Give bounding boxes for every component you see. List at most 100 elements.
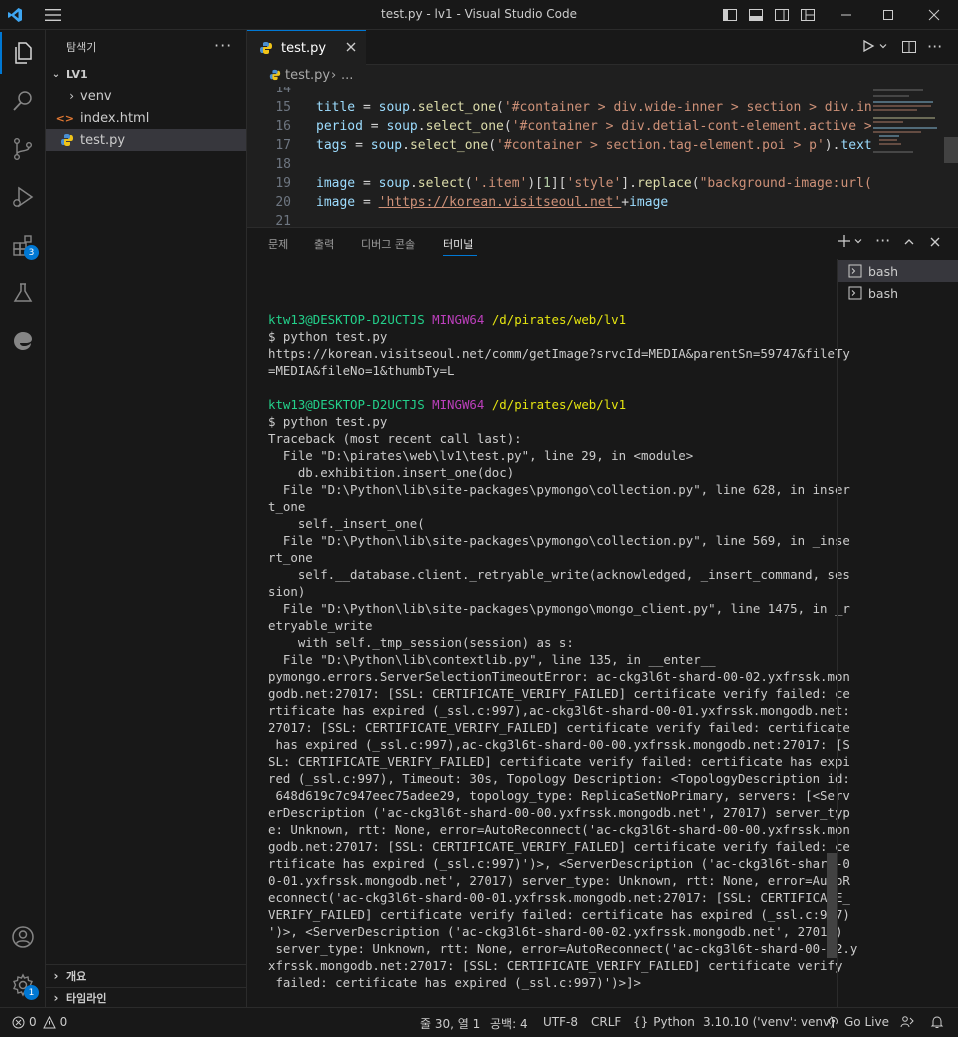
- braces-icon: {}: [633, 1015, 649, 1029]
- notifications-bell-icon[interactable]: [930, 1015, 944, 1029]
- terminal-text: server_type: Unknown, rtt: None, error=A…: [268, 941, 858, 956]
- new-terminal-button[interactable]: [837, 234, 863, 248]
- terminal-line: File "D:\Python\lib\site-packages\pymong…: [268, 532, 850, 549]
- settings-badge: 1: [24, 985, 39, 1000]
- manage-gear-icon[interactable]: 1: [0, 962, 46, 1008]
- terminal-output[interactable]: ktw13@DESKTOP-D2UCTJS MINGW64 /d/pirates…: [268, 294, 857, 1025]
- code-token: ].: [621, 176, 637, 191]
- more-actions-icon[interactable]: ···: [214, 36, 232, 55]
- close-tab-icon[interactable]: [344, 40, 358, 54]
- run-debug-icon[interactable]: [0, 174, 46, 220]
- code-token: soup: [386, 119, 418, 134]
- error-icon: [12, 1016, 25, 1028]
- code-token: text: [840, 138, 872, 153]
- customize-layout-icon[interactable]: [797, 0, 819, 30]
- code-token: 'https://korean.visitseoul.net': [378, 195, 622, 210]
- editor-scrollbar-thumb[interactable]: [944, 137, 958, 163]
- code-token: (: [503, 119, 512, 134]
- code-line: period = soup.select_one('#container > d…: [316, 119, 880, 134]
- cursor-position[interactable]: 줄 30, 열 1: [420, 1015, 480, 1032]
- terminal-item-label: bash: [868, 263, 899, 279]
- tab-output[interactable]: 출력: [314, 236, 334, 252]
- language-label: Python: [653, 1015, 695, 1029]
- tree-item-test-py[interactable]: test.py: [46, 129, 246, 151]
- terminal-line: server_type: Unknown, rtt: None, error=A…: [268, 940, 857, 957]
- code-token: '#container > div.wide-inner > section >…: [503, 100, 872, 115]
- terminal-scrollbar-thumb[interactable]: [827, 853, 837, 958]
- terminal-line: failed: certificate has expired (_ssl.c:…: [268, 974, 828, 991]
- close-panel-icon[interactable]: [928, 235, 942, 249]
- terminal-line: =MEDIA&fileNo=1&thumbTy=L: [268, 362, 828, 379]
- accounts-icon[interactable]: [0, 914, 46, 960]
- code-token: soup: [378, 176, 410, 191]
- toggle-secondary-sidebar-icon[interactable]: [771, 0, 793, 30]
- go-live-button[interactable]: Go Live: [827, 1015, 889, 1029]
- terminal-icon: [848, 264, 862, 278]
- search-icon[interactable]: [0, 78, 46, 124]
- terminal-text: 648d619c7c947eec75adee29, topology_type:…: [268, 788, 850, 803]
- outline-section[interactable]: › 개요: [46, 965, 246, 987]
- code-token: '#container > div.detial-cont-element.ac…: [511, 119, 880, 134]
- encoding[interactable]: UTF-8: [543, 1015, 578, 1029]
- close-window-icon[interactable]: [916, 0, 952, 30]
- tree-item-label: venv: [80, 88, 112, 104]
- terminal-line: 648d619c7c947eec75adee29, topology_type:…: [268, 787, 849, 804]
- terminal-line: t_one: [268, 498, 828, 515]
- chevron-down-icon: [854, 239, 862, 244]
- terminal-item-bash[interactable]: bash: [838, 260, 958, 282]
- toggle-primary-sidebar-icon[interactable]: [719, 0, 741, 30]
- terminal-text: MINGW64: [432, 312, 485, 327]
- title-bar: test.py - lv1 - Visual Studio Code: [0, 0, 958, 30]
- code-token: 'style': [566, 176, 622, 191]
- terminal-line: self._insert_one(: [268, 515, 828, 532]
- end-of-line[interactable]: CRLF: [591, 1015, 621, 1029]
- code-token: soup: [378, 100, 410, 115]
- tab-problems[interactable]: 문제: [268, 236, 288, 252]
- terminal-line: etryable_write: [268, 617, 828, 634]
- code-token: 1: [543, 176, 551, 191]
- minimize-icon[interactable]: [828, 0, 864, 30]
- language-mode[interactable]: {} Python: [633, 1015, 695, 1029]
- problems-status[interactable]: 0 0: [12, 1015, 67, 1029]
- tree-item-index-html[interactable]: <> index.html: [46, 107, 246, 129]
- tab-debug-console[interactable]: 디버그 콘솔: [361, 236, 415, 252]
- maximize-icon[interactable]: [870, 0, 906, 30]
- feedback-icon[interactable]: [900, 1015, 914, 1029]
- testing-icon[interactable]: [0, 270, 46, 316]
- folder-root[interactable]: ⌄ LV1: [46, 63, 246, 85]
- terminal-text: VERIFY_FAILED] certificate verify failed…: [268, 907, 850, 922]
- breadcrumb-file[interactable]: test.py: [285, 68, 330, 83]
- terminal-line: self.__database.client._retryable_write(…: [268, 566, 850, 583]
- split-editor-icon[interactable]: [901, 39, 917, 55]
- breadcrumb-symbol[interactable]: ...: [341, 68, 353, 83]
- extensions-icon[interactable]: 3: [0, 222, 46, 268]
- source-control-icon[interactable]: [0, 126, 46, 172]
- code-token: (: [464, 176, 473, 191]
- code-token: "background-image:url(: [699, 176, 872, 191]
- tab-test-py[interactable]: test.py: [247, 30, 366, 65]
- terminal-text: pymongo.errors.ServerSelectionTimeoutErr…: [268, 669, 850, 684]
- minimap[interactable]: [871, 87, 941, 227]
- code-token: .: [417, 119, 426, 134]
- terminal-line: $ python test.py: [268, 328, 828, 345]
- tree-item-venv[interactable]: › venv: [46, 85, 246, 107]
- explorer-icon[interactable]: [0, 30, 46, 76]
- more-actions-icon[interactable]: ···: [875, 231, 890, 250]
- timeline-section[interactable]: › 타임라인: [46, 987, 246, 1009]
- more-actions-icon[interactable]: ···: [927, 37, 942, 56]
- tab-terminal[interactable]: 터미널: [443, 236, 473, 252]
- terminal-text: =MEDIA&fileNo=1&thumbTy=L: [268, 363, 455, 378]
- indentation[interactable]: 공백: 4: [490, 1015, 528, 1032]
- run-python-file-button[interactable]: [861, 39, 888, 53]
- terminal-text: rtificate has expired (_ssl.c:997),ac-ck…: [268, 703, 850, 718]
- code-token: (: [691, 176, 700, 191]
- edge-devtools-icon[interactable]: [0, 318, 46, 364]
- line-number: 18: [275, 157, 291, 172]
- terminal-item-bash[interactable]: bash: [838, 282, 958, 304]
- toggle-panel-icon[interactable]: [745, 0, 767, 30]
- maximize-panel-icon[interactable]: [902, 235, 916, 249]
- code-editor[interactable]: 14 15 title = soup.select_one('#container …: [247, 87, 958, 227]
- python-interpreter[interactable]: 3.10.10 ('venv': venv): [703, 1015, 835, 1029]
- chevron-down-icon: ⌄: [51, 68, 61, 80]
